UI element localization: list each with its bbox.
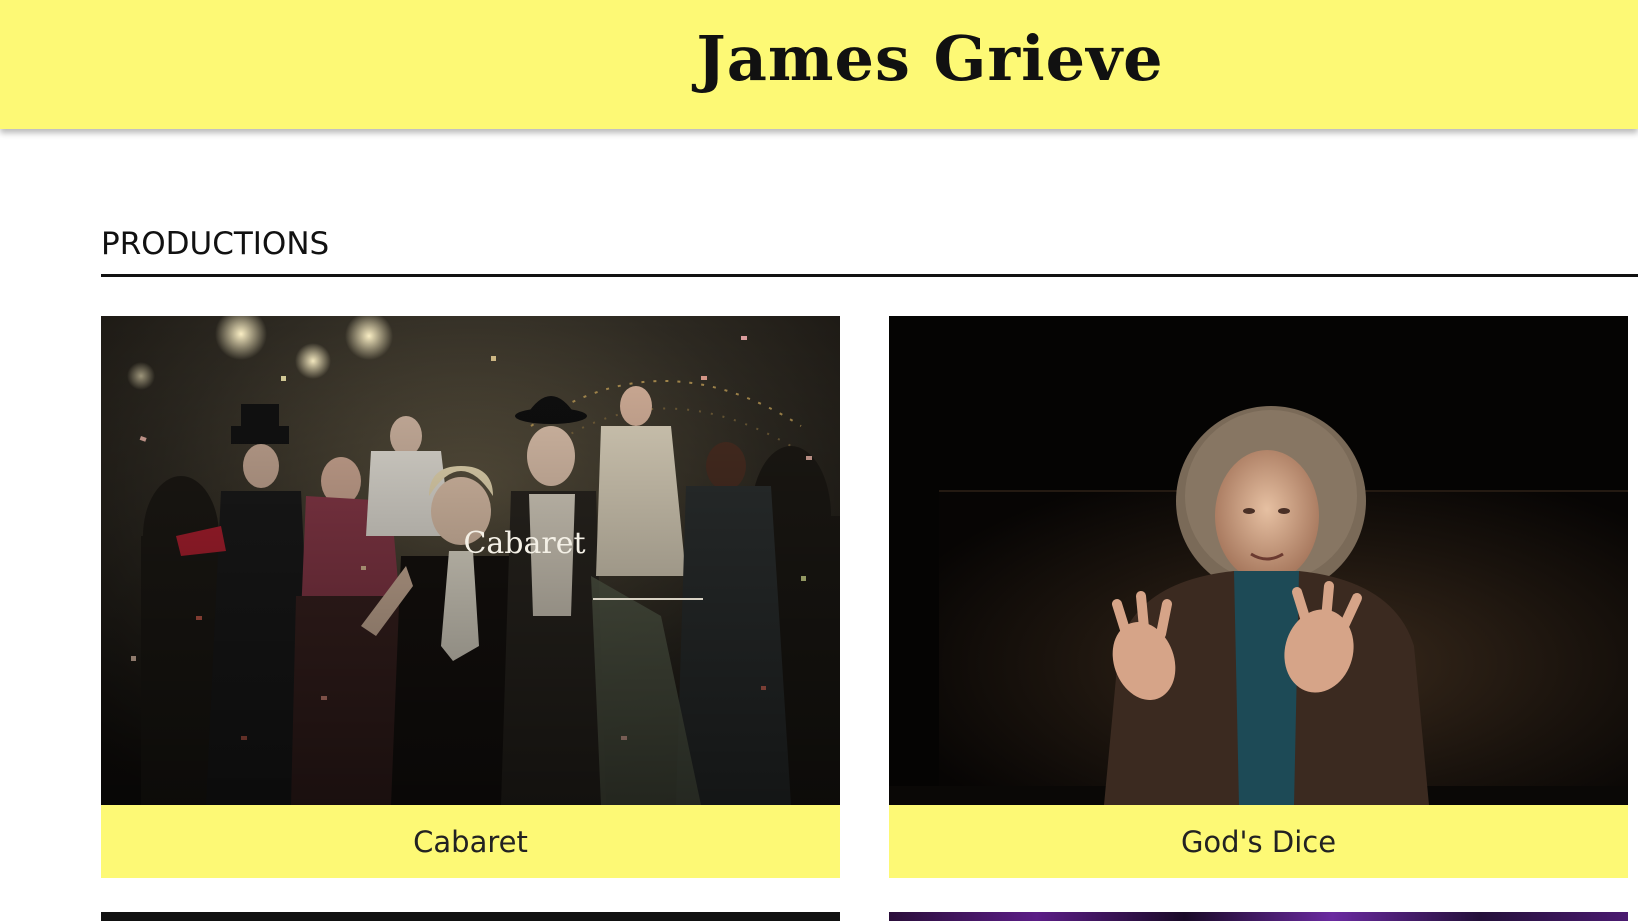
production-caption-cabaret[interactable]: Cabaret — [101, 805, 840, 878]
site-title[interactable]: James Grieve — [111, 22, 1638, 95]
production-caption-gods-dice[interactable]: God's Dice — [889, 805, 1628, 878]
section-divider — [101, 274, 1638, 277]
production-card-next-2[interactable] — [889, 912, 1628, 921]
production-image-overlay-title: Cabaret — [463, 526, 586, 561]
overlay-title-underline — [593, 598, 703, 600]
production-card-next-1[interactable] — [101, 912, 840, 921]
site-header: James Grieve — [0, 0, 1638, 129]
production-image-gods-dice[interactable] — [889, 316, 1628, 805]
gods-dice-photo — [889, 316, 1628, 805]
production-image-cabaret[interactable]: Cabaret — [101, 316, 840, 805]
production-card-gods-dice[interactable]: God's Dice — [889, 316, 1628, 878]
section-heading-productions: PRODUCTIONS — [101, 226, 330, 262]
production-card-cabaret[interactable]: Cabaret Cabaret — [101, 316, 840, 878]
